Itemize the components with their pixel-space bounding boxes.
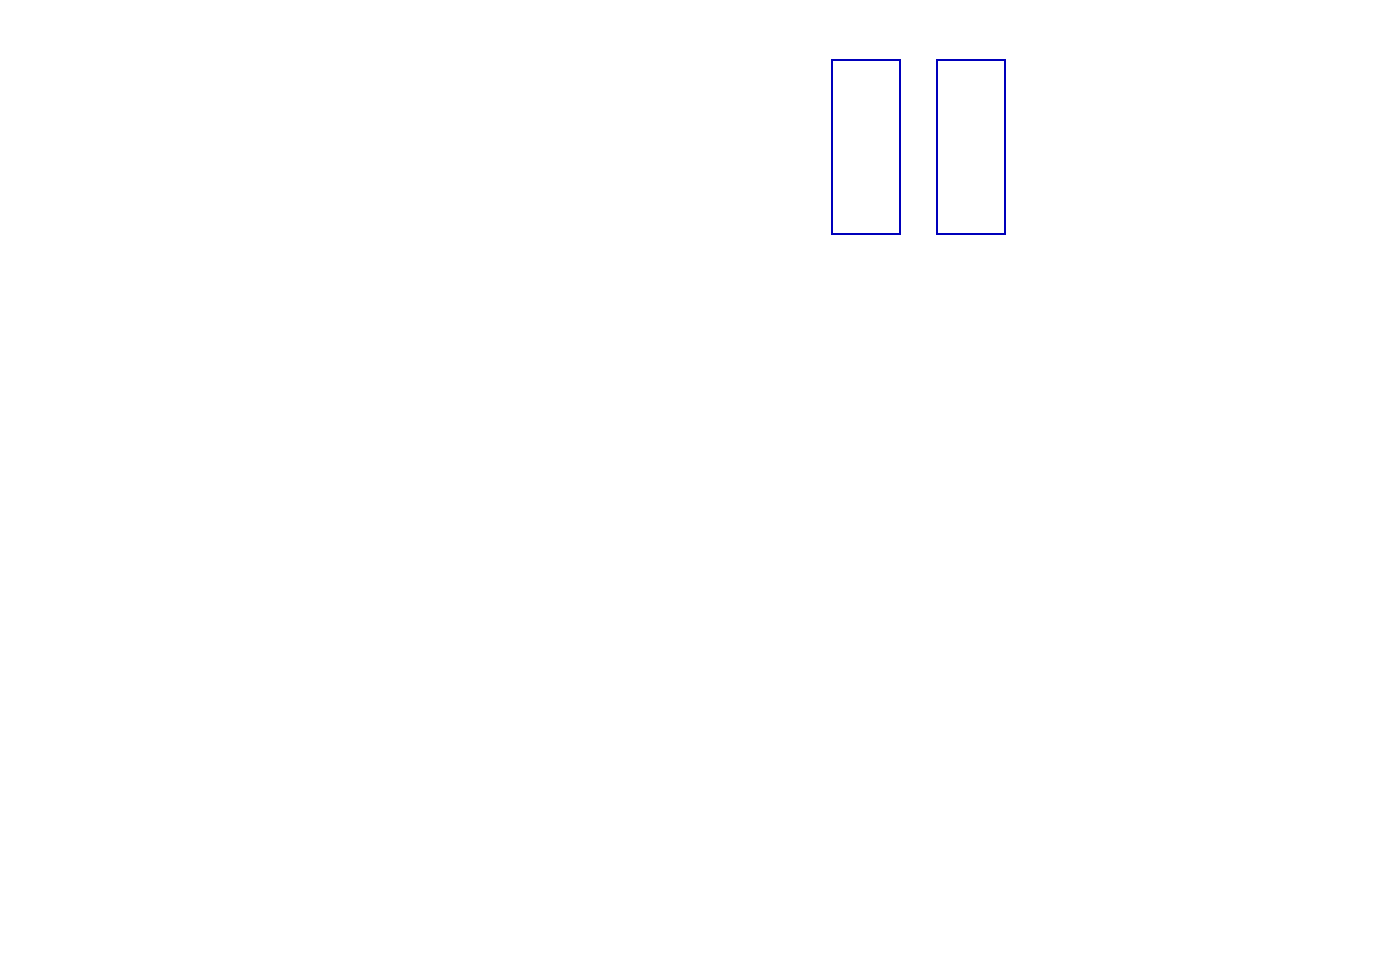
withsky-image <box>831 59 901 235</box>
elixer-detection-report <box>0 0 1400 953</box>
full-spectrum-chart <box>83 336 1308 452</box>
clean-image <box>936 59 1006 235</box>
line-fit-chart <box>1035 52 1310 232</box>
